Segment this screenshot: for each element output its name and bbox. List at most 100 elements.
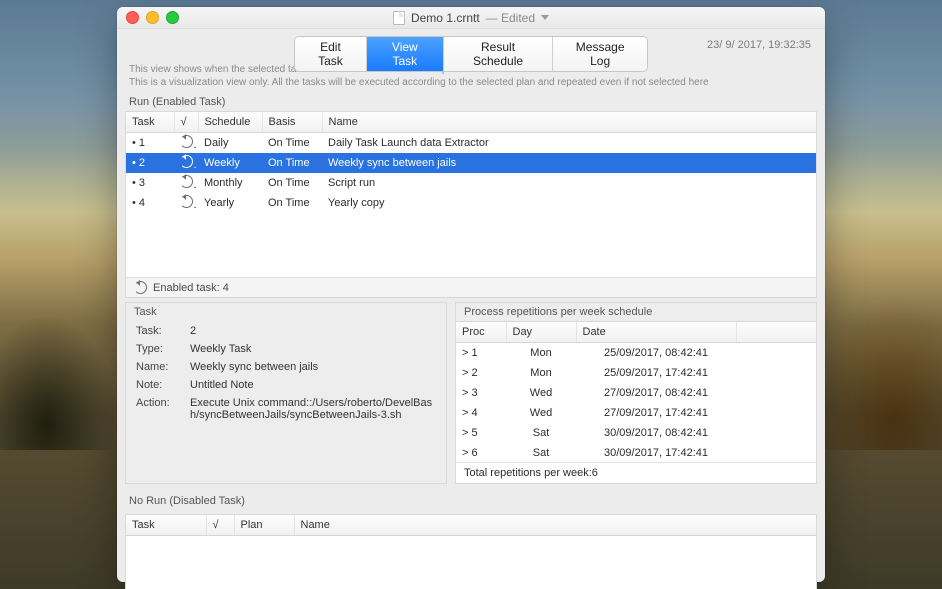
cell-day: Mon [506,363,576,383]
cell-task: • 3 [126,173,174,193]
cell-proc: > 3 [456,383,506,403]
cell-basis: On Time [262,133,322,153]
task-detail-box: Task Task: 2 Type: Weekly Task Name: Wee… [125,302,447,484]
cell-day: Mon [506,343,576,364]
table-row[interactable]: • 1 DailyOn TimeDaily Task Launch data Ex… [126,133,816,153]
col-plan[interactable]: Plan [234,515,294,536]
proc-table-body[interactable]: Proc Day Date > 1Mon25/09/2017, 08:42:41… [456,321,816,462]
proc-box-title: Process repetitions per week schedule [456,303,816,321]
table-row[interactable]: > 6Sat30/09/2017, 17:42:41 [456,443,816,462]
col-check[interactable]: √ [206,515,234,536]
col-proc[interactable]: Proc [456,322,506,343]
table-row[interactable]: • 3 MonthlyOn TimeScript run [126,173,816,193]
col-check[interactable]: √ [174,112,198,133]
cell-task: • 4 [126,193,174,213]
label-note: Note: [136,379,190,391]
cell-schedule: Weekly [198,153,262,173]
refresh-icon [180,135,193,148]
table-row[interactable]: > 2Mon25/09/2017, 17:42:41 [456,363,816,383]
run-table-header[interactable]: Task √ Schedule Basis Name [126,112,816,133]
col-task[interactable]: Task [126,515,206,536]
tab-result-schedule[interactable]: Result Schedule [444,37,554,71]
window-title: Demo 1.crntt — Edited [117,11,825,25]
cell-day: Wed [506,383,576,403]
norun-task-table[interactable]: Task √ Plan Name [126,515,816,536]
table-row[interactable]: > 5Sat30/09/2017, 08:42:41 [456,423,816,443]
value-type: Weekly Task [190,343,436,355]
refresh-icon [180,195,193,208]
document-icon [393,11,405,25]
table-row[interactable]: > 1Mon25/09/2017, 08:42:41 [456,343,816,364]
cell-schedule: Daily [198,133,262,153]
label-action: Action: [136,397,190,421]
tab-view-task[interactable]: View Task [367,37,444,71]
value-name: Weekly sync between jails [190,361,436,373]
cell-status [174,153,198,173]
cell-day: Sat [506,443,576,462]
task-box-title: Task [126,303,446,321]
chevron-down-icon[interactable] [541,15,549,20]
cell-basis: On Time [262,153,322,173]
norun-table-header[interactable]: Task √ Plan Name [126,515,816,536]
table-row[interactable]: • 2WeeklyOn TimeWeekly sync between jail… [126,153,816,173]
proc-footer: Total repetitions per week:6 [456,462,816,483]
titlebar[interactable]: Demo 1.crntt — Edited [117,7,825,29]
cell-name: Script run [322,173,816,193]
cell-proc: > 1 [456,343,506,364]
cell-date: 27/09/2017, 08:42:41 [576,383,736,403]
col-task[interactable]: Task [126,112,174,133]
tab-message-log[interactable]: Message Log [553,37,647,71]
cell-day: Wed [506,403,576,423]
run-section-label: Run (Enabled Task) [117,93,825,111]
table-row[interactable]: > 4Wed27/09/2017, 17:42:41 [456,403,816,423]
desktop-wallpaper: Demo 1.crntt — Edited 23/ 9/ 2017, 19:32… [0,0,942,589]
datetime-label: 23/ 9/ 2017, 19:32:35 [707,39,811,51]
col-name[interactable]: Name [322,112,816,133]
run-table-body[interactable]: • 1DailyOn TimeDaily Task Launch data Ex… [126,133,816,277]
cell-basis: On Time [262,193,322,213]
refresh-icon [180,175,193,188]
tab-edit-task[interactable]: Edit Task [295,37,367,71]
cell-name: Yearly copy [322,193,816,213]
cell-status [174,193,198,213]
desc-line-2: This is a visualization view only. All t… [129,76,813,89]
cell-day: Sat [506,423,576,443]
run-task-table[interactable]: Task √ Schedule Basis Name [126,112,816,133]
cell-proc: > 5 [456,423,506,443]
cell-date: 27/09/2017, 17:42:41 [576,403,736,423]
enabled-task-count: Enabled task: 4 [153,282,229,294]
value-action: Execute Unix command::/Users/roberto/Dev… [190,397,436,421]
cell-schedule: Monthly [198,173,262,193]
col-day[interactable]: Day [506,322,576,343]
table-row[interactable]: > 3Wed27/09/2017, 08:42:41 [456,383,816,403]
refresh-icon [134,281,147,294]
value-note: Untitled Note [190,379,436,391]
norun-task-panel: Task √ Plan Name No run task: 0 (Disable… [125,514,817,589]
col-schedule[interactable]: Schedule [198,112,262,133]
cell-proc: > 2 [456,363,506,383]
cell-date: 25/09/2017, 17:42:41 [576,363,736,383]
cell-task: • 1 [126,133,174,153]
cell-name: Weekly sync between jails [322,153,816,173]
detail-row: Task Task: 2 Type: Weekly Task Name: Wee… [125,302,817,484]
norun-section-label: No Run (Disabled Task) [117,492,825,510]
norun-table-body[interactable] [126,536,816,589]
proc-table: Proc Day Date > 1Mon25/09/2017, 08:42:41… [456,322,816,462]
col-name[interactable]: Name [294,515,816,536]
task-key-values: Task: 2 Type: Weekly Task Name: Weekly s… [126,321,446,421]
cell-name: Daily Task Launch data Extractor [322,133,816,153]
toolbar: 23/ 9/ 2017, 19:32:35 Edit Task View Tas… [117,29,825,63]
cell-date: 30/09/2017, 17:42:41 [576,443,736,462]
value-task: 2 [190,325,436,337]
cell-status [174,173,198,193]
table-row[interactable]: • 4YearlyOn TimeYearly copy [126,193,816,213]
window-edited-suffix: — Edited [486,11,535,25]
col-date[interactable]: Date [576,322,736,343]
process-repetitions-box: Process repetitions per week schedule Pr… [455,302,817,484]
cell-proc: > 6 [456,443,506,462]
cell-date: 30/09/2017, 08:42:41 [576,423,736,443]
col-basis[interactable]: Basis [262,112,322,133]
cell-basis: On Time [262,173,322,193]
run-task-panel: Task √ Schedule Basis Name • 1DailyOn Ti… [125,111,817,298]
refresh-icon [180,155,193,168]
